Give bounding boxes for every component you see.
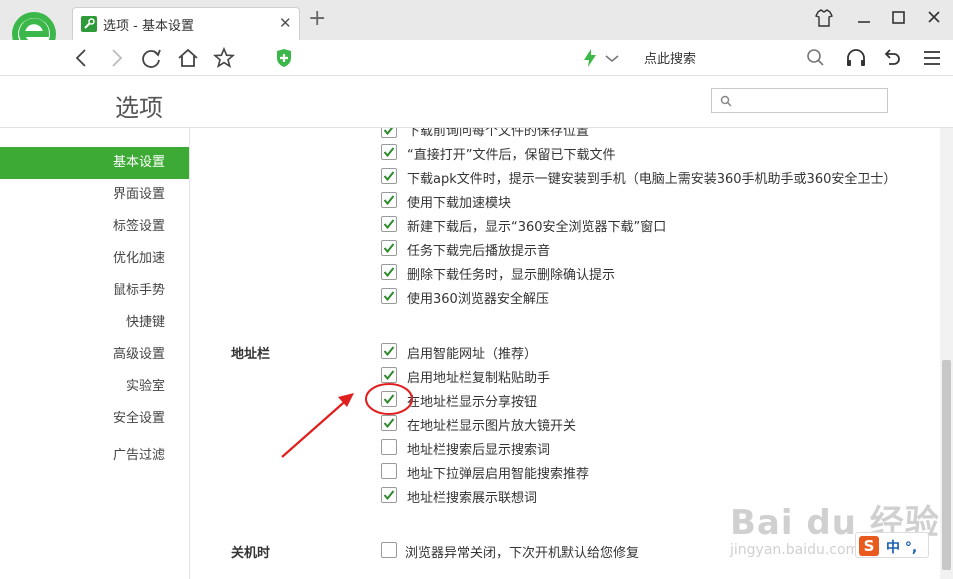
ime-mode-text: 中 °, xyxy=(886,540,918,556)
refresh-icon[interactable] xyxy=(140,46,164,70)
forward-icon[interactable] xyxy=(104,46,128,70)
checkbox-label: 地址栏搜索展示联想词 xyxy=(407,491,538,506)
checkbox-label: 浏览器异常关闭，下次开机默认给您修复 xyxy=(405,546,640,561)
favorite-star-icon[interactable] xyxy=(212,46,236,70)
search-engine-input[interactable]: 点此搜索 xyxy=(644,48,696,67)
checkbox-label: 新建下载后，显示“360安全浏览器下载”窗口 xyxy=(407,220,667,235)
checkbox[interactable] xyxy=(381,128,397,138)
title-bar: 选项 - 基本设置 ✕ + xyxy=(0,0,953,40)
checkbox[interactable] xyxy=(381,343,397,359)
checkbox-label: 任务下载完后播放提示音 xyxy=(407,244,551,259)
search-icon xyxy=(720,95,732,107)
checkbox-label: 使用360浏览器安全解压 xyxy=(407,292,549,307)
checkbox[interactable] xyxy=(381,542,397,558)
checkbox[interactable] xyxy=(381,168,397,184)
navigation-bar: 点此搜索 xyxy=(0,40,953,76)
annotation-arrow xyxy=(281,383,413,458)
checkbox-label: 启用智能网址（推荐） xyxy=(407,347,538,362)
sidebar-item-security[interactable]: 安全设置 xyxy=(113,403,165,435)
section-label-shutdown: 关机时 xyxy=(231,546,271,561)
checkbox-label: 地址下拉弹层启用智能搜索推荐 xyxy=(407,467,590,482)
checkmark-icon xyxy=(383,171,395,182)
browser-tab[interactable]: 选项 - 基本设置 ✕ xyxy=(72,7,300,40)
checkbox-label: “直接打开”文件后，保留已下载文件 xyxy=(407,148,616,163)
search-icon[interactable] xyxy=(804,46,828,70)
ime-logo: S xyxy=(859,536,879,556)
checkbox-label: 在地址栏显示图片放大镜开关 xyxy=(407,419,577,434)
sidebar-item-shortcuts[interactable]: 快捷键 xyxy=(126,307,165,339)
close-window-icon[interactable] xyxy=(922,8,946,28)
options-search-input[interactable] xyxy=(736,91,884,110)
ime-indicator[interactable]: S 中 °, xyxy=(855,532,929,558)
menu-icon[interactable] xyxy=(920,46,944,70)
checkbox-label: 删除下载任务时，显示删除确认提示 xyxy=(407,268,616,283)
settings-sidebar: 基本设置 界面设置 标签设置 优化加速 鼠标手势 快捷键 高级设置 实验室 安全… xyxy=(0,128,190,579)
sidebar-item-mouse-gesture[interactable]: 鼠标手势 xyxy=(113,275,165,307)
checkmark-icon xyxy=(383,291,395,302)
sidebar-item-interface[interactable]: 界面设置 xyxy=(113,179,165,211)
checkbox[interactable] xyxy=(381,264,397,280)
sidebar-item-basic[interactable]: 基本设置 xyxy=(0,147,189,179)
checkbox[interactable] xyxy=(381,144,397,160)
back-icon[interactable] xyxy=(70,46,94,70)
lightning-icon[interactable] xyxy=(578,46,602,70)
sidebar-item-advanced[interactable]: 高级设置 xyxy=(113,339,165,371)
checkbox-label: 使用下载加速模块 xyxy=(407,196,512,211)
page-title: 选项 xyxy=(115,94,163,122)
minimize-icon[interactable] xyxy=(852,8,876,28)
home-icon[interactable] xyxy=(176,46,200,70)
checkmark-icon xyxy=(383,195,395,206)
checkbox[interactable] xyxy=(381,216,397,232)
sidebar-item-tabs[interactable]: 标签设置 xyxy=(113,211,165,243)
checkmark-icon xyxy=(383,346,395,357)
checkmark-icon xyxy=(383,243,395,254)
new-tab-icon[interactable]: + xyxy=(308,8,326,30)
checkmark-icon xyxy=(383,128,394,136)
tab-title: 选项 - 基本设置 xyxy=(103,19,194,34)
wrench-icon xyxy=(81,16,97,32)
checkbox[interactable] xyxy=(381,288,397,304)
checkbox[interactable] xyxy=(381,192,397,208)
sidebar-item-lab[interactable]: 实验室 xyxy=(126,371,165,403)
checkmark-icon xyxy=(383,267,395,278)
skin-icon[interactable] xyxy=(812,8,836,28)
maximize-icon[interactable] xyxy=(886,8,910,28)
section-label-address-bar: 地址栏 xyxy=(231,347,271,362)
checkmark-icon xyxy=(383,219,395,230)
sidebar-item-optimize[interactable]: 优化加速 xyxy=(113,243,165,275)
security-shield-icon[interactable] xyxy=(272,46,296,70)
clipped-row: 下载前询问每个文件的保存位置 xyxy=(0,128,940,140)
sidebar-item-ad-filter[interactable]: 广告过滤 xyxy=(113,440,165,472)
checkbox-label: 下载apk文件时，提示一键安装到手机（电脑上需安装360手机助手或360安全卫士… xyxy=(407,172,897,187)
checkbox[interactable] xyxy=(381,240,397,256)
scrollbar-thumb[interactable] xyxy=(942,360,951,570)
headphone-icon[interactable] xyxy=(844,46,868,70)
chevron-down-icon[interactable] xyxy=(600,46,624,70)
close-tab-icon[interactable]: ✕ xyxy=(279,14,292,32)
options-search-box[interactable] xyxy=(711,88,888,113)
checkbox[interactable] xyxy=(381,487,397,503)
undo-icon[interactable] xyxy=(880,46,904,70)
checkbox-label: 下载前询问每个文件的保存位置 xyxy=(407,128,590,139)
checkmark-icon xyxy=(383,147,395,158)
checkmark-icon xyxy=(383,490,395,501)
